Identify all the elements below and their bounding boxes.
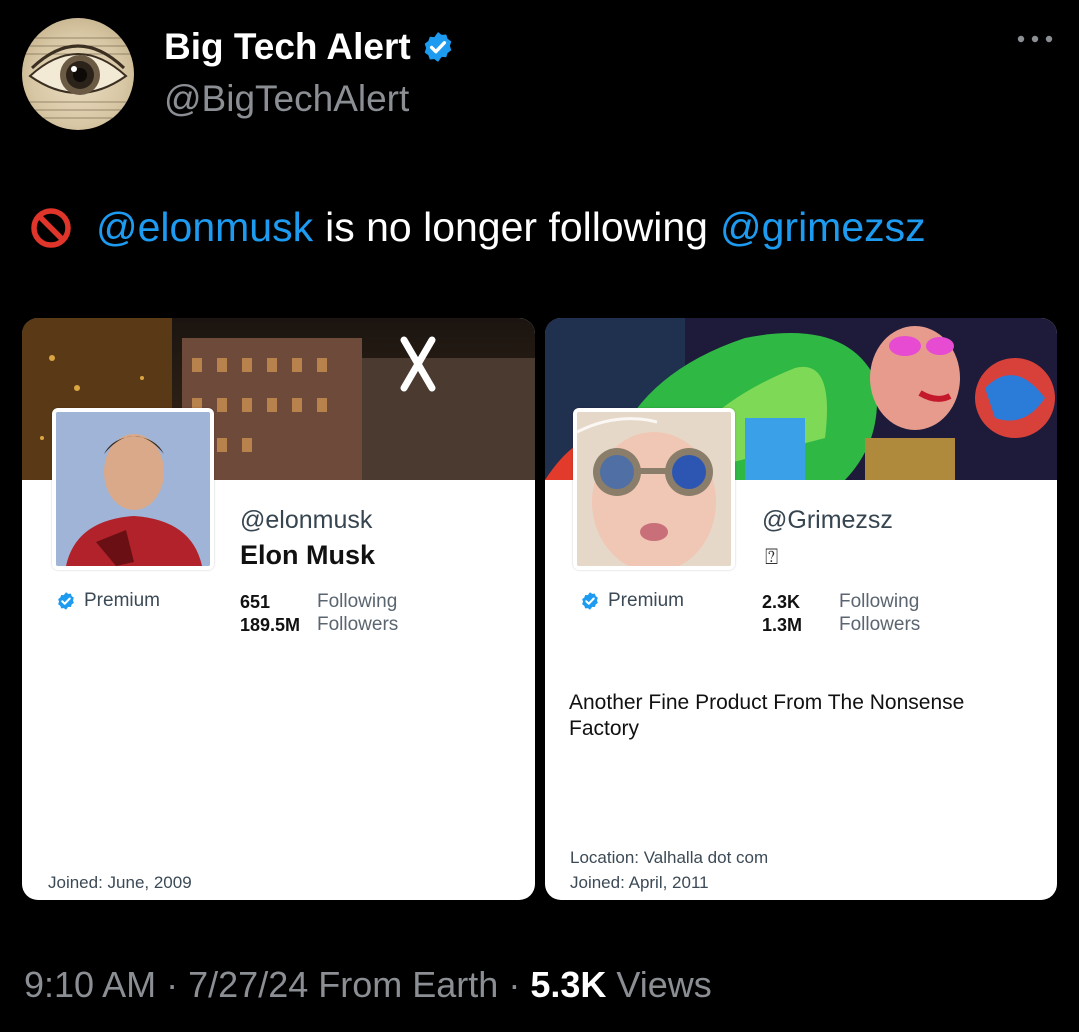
profile-card-elonmusk[interactable]: @elonmusk Elon Musk Premium 651 Followin… [22, 318, 535, 900]
followers-count: 1.3M [762, 615, 803, 635]
more-dots-icon[interactable] [1015, 32, 1055, 46]
verified-badge-icon [424, 32, 452, 62]
separator: · [508, 964, 521, 1005]
card-display-name[interactable]: Elon Musk [240, 540, 375, 571]
profile-bio: Another Fine Product From The Nonsense F… [569, 691, 965, 740]
tweet-source: From Earth [318, 964, 499, 1005]
tweet-time[interactable]: 9:10 AM [24, 964, 156, 1005]
author-name-text: Big Tech Alert [164, 26, 411, 67]
following-label[interactable]: Following [317, 591, 397, 613]
eye-illustration [22, 37, 134, 119]
premium-label: Premium [608, 590, 685, 611]
joined-date: Joined: April, 2011 [570, 873, 709, 892]
profile-photo-elonmusk[interactable] [52, 408, 214, 570]
author-handle[interactable]: @BigTechAlert [164, 78, 409, 120]
premium-badge: Premium [56, 590, 160, 612]
tweet-text: @elonmusk is no longer following @grimez… [26, 204, 926, 251]
joined-date: Joined: June, 2009 [48, 873, 192, 892]
following-count: 2.3K [762, 592, 801, 612]
premium-badge-icon [582, 592, 598, 610]
tweet-date[interactable]: 7/27/24 [188, 964, 308, 1005]
premium-label: Premium [84, 590, 161, 611]
views-count[interactable]: 5.3K [530, 964, 606, 1005]
card-handle[interactable]: @elonmusk [240, 506, 372, 535]
followers-label[interactable]: Followers [839, 614, 920, 636]
premium-badge: Premium [580, 590, 684, 612]
views-label[interactable]: Views [616, 964, 711, 1005]
following-label[interactable]: Following [839, 591, 919, 613]
tweet-metadata: 9:10 AM · 7/27/24 From Earth · 5.3K View… [24, 964, 712, 1006]
profile-photo-grimezsz[interactable] [573, 408, 735, 570]
author-avatar[interactable] [22, 18, 134, 130]
followers-label[interactable]: Followers [317, 614, 398, 636]
card-handle[interactable]: @Grimezsz [762, 506, 893, 535]
mention-elonmusk[interactable]: @elonmusk [96, 204, 313, 251]
following-count: 651 [240, 592, 271, 612]
author-name[interactable]: Big Tech Alert [164, 26, 455, 68]
followers-count: 189.5M [240, 615, 301, 635]
mention-grimezsz[interactable]: @grimezsz [720, 204, 926, 251]
profile-location: Location: Valhalla dot com [570, 848, 769, 867]
card-display-name[interactable]: ⍰ [765, 544, 778, 570]
premium-badge-icon [58, 592, 74, 610]
prohibited-icon [31, 207, 71, 248]
tweet-body-text: is no longer following [325, 204, 708, 250]
separator: · [166, 964, 179, 1005]
profile-card-grimezsz[interactable]: @Grimezsz ⍰ Premium 2.3K Following 1.3M … [545, 318, 1057, 900]
